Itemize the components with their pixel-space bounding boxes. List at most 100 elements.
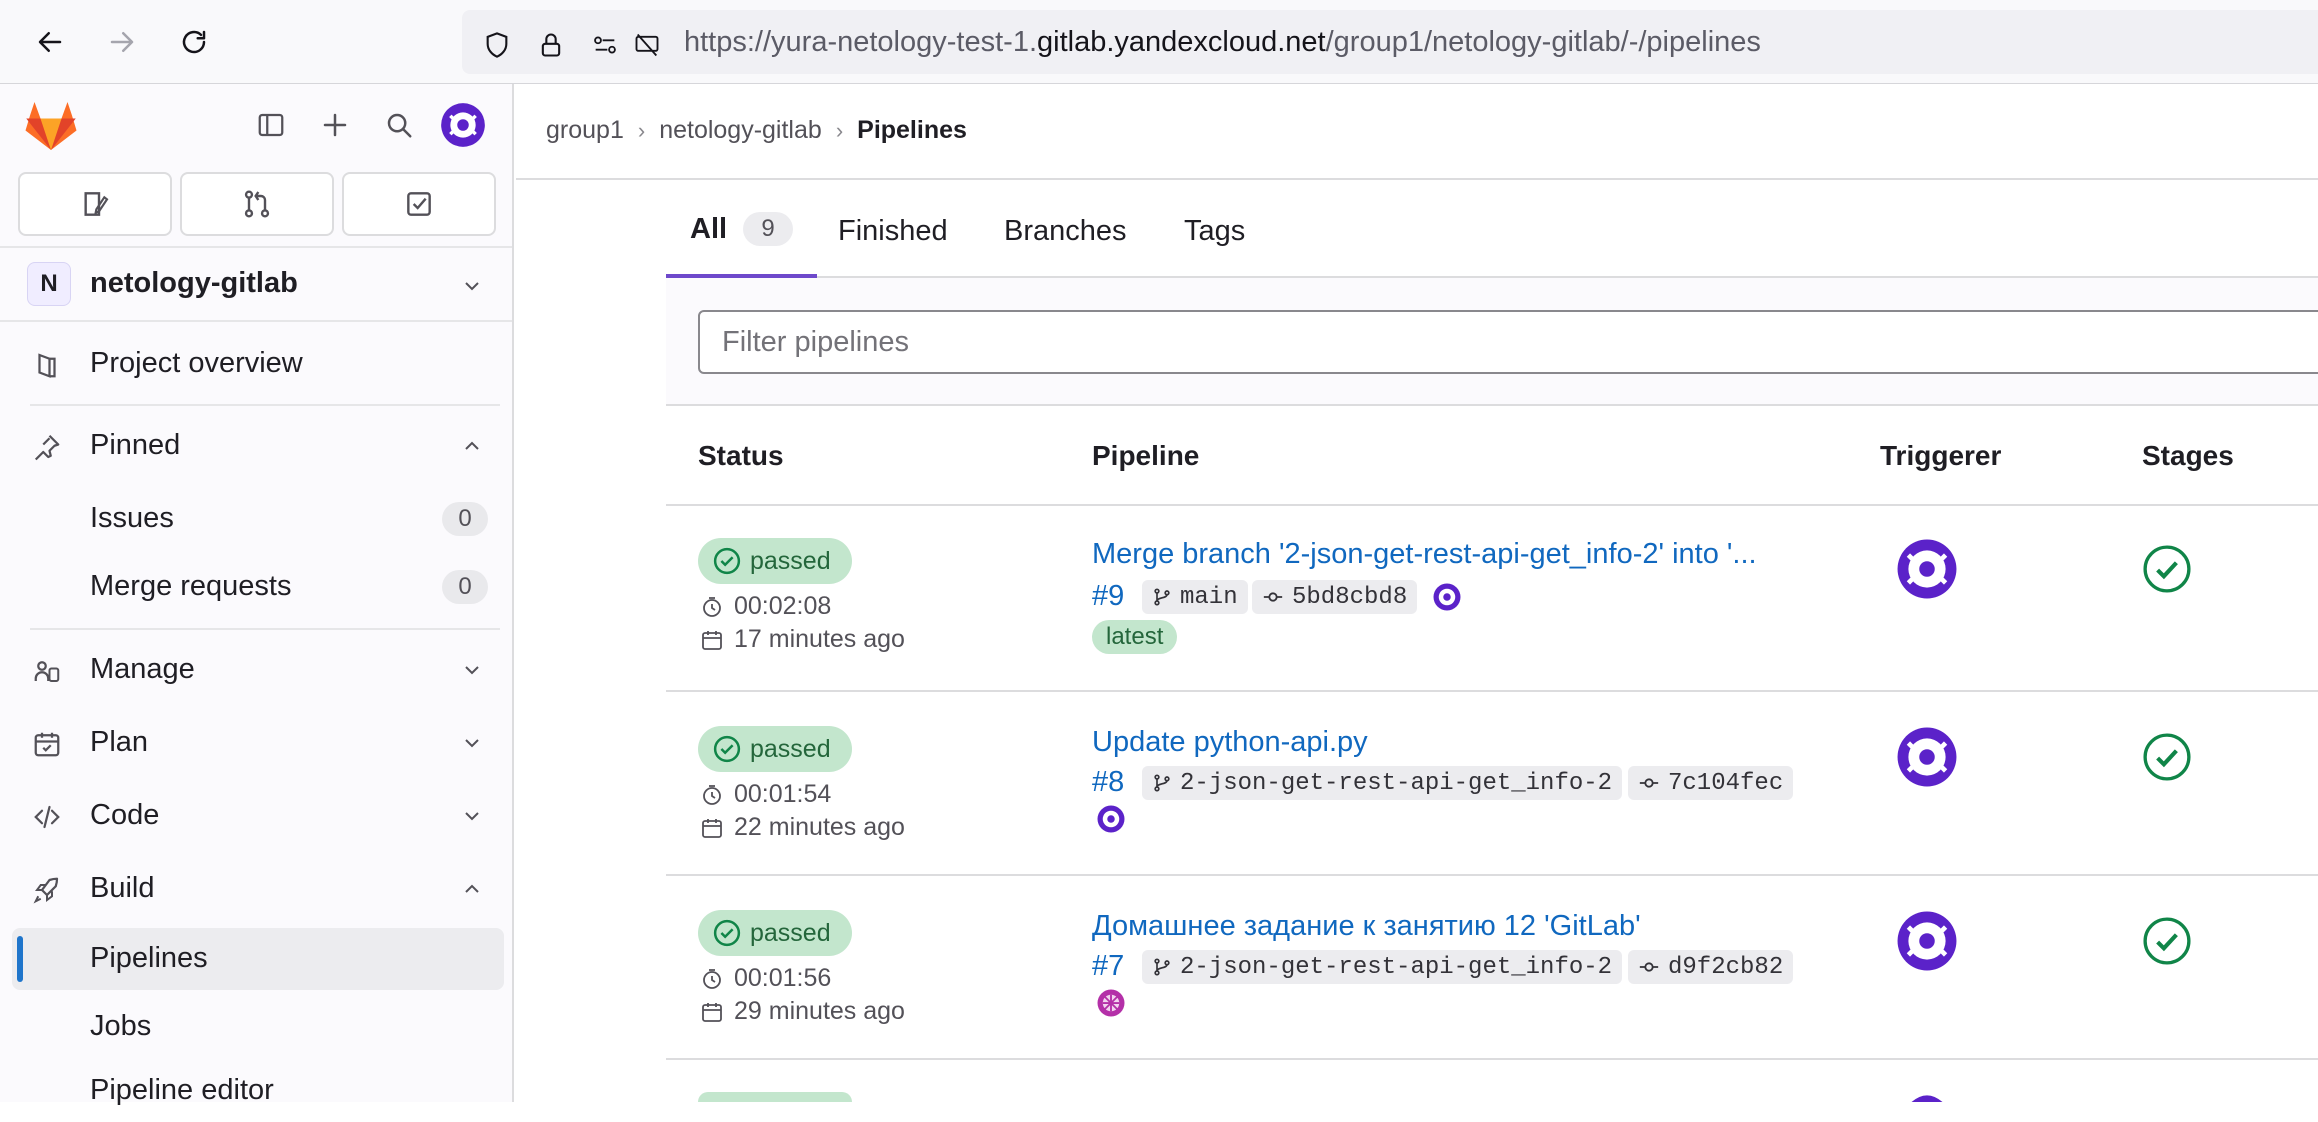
permissions-icon[interactable] [590, 30, 620, 60]
breadcrumb-project[interactable]: netology-gitlab [659, 116, 822, 145]
status-badge[interactable] [698, 1092, 852, 1102]
breadcrumb-current[interactable]: Pipelines [857, 116, 967, 145]
pipeline-title-link[interactable]: Домашнее задание к занятию 12 'GitLab' [1092, 910, 1641, 943]
branch-ref[interactable]: 2-json-get-rest-api-get_info-2 [1142, 950, 1623, 984]
chevron-down-icon[interactable] [460, 658, 484, 682]
stage-success-icon[interactable] [2142, 732, 2192, 782]
chevron-down-icon[interactable] [460, 731, 484, 755]
status-badge[interactable]: passed [698, 538, 852, 584]
chevron-down-icon[interactable] [460, 804, 484, 828]
branch-name: 2-json-get-rest-api-get_info-2 [1180, 769, 1613, 797]
sidebar-item-merge-requests[interactable]: Merge requests 0 [0, 556, 512, 618]
status-badge[interactable]: passed [698, 726, 852, 772]
pipeline-title-link[interactable]: Update python-api.py [1092, 726, 1368, 759]
url-path: /group1/netology-gitlab/-/pipelines [1325, 26, 1761, 58]
back-icon[interactable] [28, 20, 72, 64]
pipeline-title-link[interactable]: Merge branch '2-json-get-rest-api-get_in… [1092, 538, 1757, 571]
timer-icon [703, 968, 721, 989]
sidebar-section-plan[interactable]: Plan [0, 711, 512, 775]
tab-tags[interactable]: Tags [1184, 184, 1245, 278]
tab-label: Branches [1004, 214, 1127, 247]
sidebar-section-label: Build [90, 872, 155, 904]
sidebar-toggle-icon[interactable] [248, 102, 294, 148]
forward-icon[interactable] [100, 20, 144, 64]
pipeline-id-link[interactable]: #8 [1092, 766, 1124, 799]
plus-icon[interactable] [312, 102, 358, 148]
row-divider [666, 690, 2318, 692]
tab-branches[interactable]: Branches [1004, 184, 1127, 278]
table-header-divider [666, 504, 2318, 506]
duration-value: 00:01:56 [734, 964, 832, 992]
branch-name: 2-json-get-rest-api-get_info-2 [1180, 953, 1613, 981]
merge-requests-shortcut-icon[interactable] [180, 172, 334, 236]
sidebar-item-pipeline-editor[interactable]: Pipeline editor [0, 1060, 512, 1122]
stage-success-icon[interactable] [2142, 916, 2192, 966]
pipeline-id-link[interactable]: #9 [1092, 580, 1124, 613]
timer-icon [703, 784, 721, 805]
sidebar-section-pinned[interactable]: Pinned [0, 414, 512, 478]
filter-pipelines-input[interactable] [698, 310, 2318, 374]
row-divider [666, 1058, 2318, 1060]
branch-ref[interactable]: main [1142, 580, 1248, 614]
rocket-icon [30, 873, 64, 907]
stage-success-icon[interactable] [2142, 544, 2192, 594]
chevron-down-icon[interactable] [460, 274, 484, 298]
commit-author-avatar-icon[interactable] [1096, 804, 1126, 834]
sidebar-item-label: Issues [90, 502, 174, 534]
search-icon[interactable] [376, 102, 422, 148]
sidebar-item-pipelines[interactable]: Pipelines [12, 928, 504, 990]
triggerer-avatar-icon[interactable] [1896, 538, 1958, 600]
chevron-up-icon[interactable] [460, 434, 484, 458]
branch-ref[interactable]: 2-json-get-rest-api-get_info-2 [1142, 766, 1623, 800]
latest-badge: latest [1092, 620, 1178, 654]
issues-shortcut-icon[interactable] [18, 172, 172, 236]
timer-icon [703, 596, 721, 617]
sidebar-item-project-overview[interactable]: Project overview [0, 332, 512, 396]
duration: 00:01:54 [700, 780, 831, 809]
pipeline-id-link[interactable]: #7 [1092, 950, 1124, 983]
created-time-value: 29 minutes ago [734, 997, 905, 1025]
status-label: passed [750, 734, 831, 763]
triggerer-avatar-icon[interactable] [1896, 726, 1958, 788]
shield-icon[interactable] [482, 30, 512, 60]
tab-finished[interactable]: Finished [838, 184, 948, 278]
chevron-up-icon[interactable] [460, 877, 484, 901]
reload-icon[interactable] [172, 20, 216, 64]
branch-icon [1154, 774, 1170, 792]
chevron-right-icon: › [835, 117, 844, 143]
url-text[interactable]: https://yura-netology-test-1.gitlab.yand… [684, 26, 1761, 59]
browser-toolbar: https://yura-netology-test-1.gitlab.yand… [0, 0, 2318, 84]
sidebar-section-manage[interactable]: Manage [0, 638, 512, 702]
commit-ref[interactable]: 7c104fec [1628, 766, 1794, 800]
calendar-check-icon [30, 727, 64, 761]
code-icon [30, 800, 64, 834]
todo-shortcut-icon[interactable] [342, 172, 496, 236]
triggerer-avatar-icon[interactable] [1896, 1092, 1958, 1102]
address-bar[interactable]: https://yura-netology-test-1.gitlab.yand… [462, 10, 2318, 74]
tab-count-badge: 9 [743, 212, 794, 246]
sidebar-section-build[interactable]: Build [0, 857, 512, 921]
triggerer-avatar-icon[interactable] [1896, 910, 1958, 972]
lock-icon[interactable] [536, 30, 566, 60]
status-success-icon [713, 919, 741, 947]
commit-ref[interactable]: d9f2cb82 [1628, 950, 1794, 984]
user-avatar-icon[interactable] [440, 102, 486, 148]
commit-author-avatar-icon[interactable] [1096, 988, 1126, 1018]
tab-all[interactable]: All 9 [666, 184, 818, 278]
merge-requests-count-badge: 0 [442, 570, 488, 604]
created-time: 22 minutes ago [700, 813, 905, 842]
sidebar-item-jobs[interactable]: Jobs [0, 996, 512, 1058]
commit-sha: d9f2cb82 [1668, 953, 1784, 981]
created-time-value: 17 minutes ago [734, 625, 905, 653]
commit-ref[interactable]: 5bd8cbd8 [1252, 580, 1418, 614]
breadcrumb-group[interactable]: group1 [546, 116, 624, 145]
sidebar-item-issues[interactable]: Issues 0 [0, 488, 512, 550]
project-name[interactable]: netology-gitlab [90, 267, 298, 300]
project-avatar: N [27, 262, 71, 306]
sidebar: N netology-gitlab Project overview Pinne… [0, 84, 514, 1106]
gitlab-logo-icon[interactable] [24, 100, 78, 152]
commit-author-avatar-icon[interactable] [1432, 582, 1462, 612]
screen-share-blocked-icon[interactable] [632, 30, 662, 60]
status-badge[interactable]: passed [698, 910, 852, 956]
sidebar-section-code[interactable]: Code [0, 784, 512, 848]
